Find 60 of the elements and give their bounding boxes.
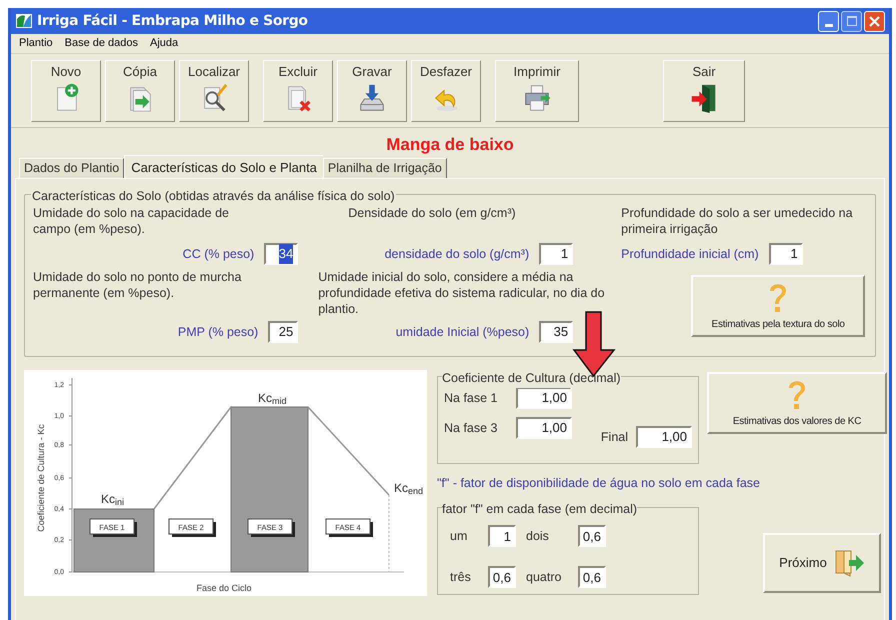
toolbar-button[interactable]: Gravar (337, 60, 407, 122)
field-label: densidade do solo (g/cm³) (384, 246, 530, 263)
field-label: Final (600, 428, 628, 446)
estimate-button[interactable]: Estimativas pela textura do solo (691, 275, 866, 337)
curve-label: Kc$_{ini}$ (101, 492, 124, 505)
field-label: Na fase 1 (444, 390, 499, 407)
input-field[interactable]: 1 (768, 243, 803, 265)
toolbar-button[interactable]: Novo (31, 60, 101, 122)
input-field[interactable]: 0,6 (578, 566, 606, 588)
toolbar-button[interactable]: Desfazer (411, 60, 481, 122)
tab[interactable]: Características do Solo e Planta (124, 155, 323, 179)
field-label: quatro (525, 568, 562, 586)
field-label: um (449, 528, 468, 545)
input-field[interactable]: 34 (264, 243, 298, 265)
input-field[interactable]: 0,6 (578, 525, 606, 548)
menu-item[interactable]: Ajuda (150, 35, 178, 52)
field-label: dois (525, 528, 550, 545)
tab[interactable]: Planilha de Irrigação (322, 158, 447, 178)
input-field[interactable]: 1,00 (516, 417, 572, 439)
menu-item[interactable]: Plantio (19, 35, 53, 52)
maximize-button[interactable] (841, 10, 862, 32)
tab[interactable]: Dados do Plantio (19, 158, 124, 178)
minimize-button[interactable] (818, 10, 839, 32)
input-field[interactable]: 25 (268, 321, 298, 343)
field-label: Profundidade inicial (cm) (621, 246, 759, 263)
menu-item[interactable]: Base de dados (64, 35, 138, 52)
toolbar-button[interactable]: Cópia (105, 60, 175, 122)
field-description: Umidade inicial do solo, considere a média na profundidade efetiva do sistema radicular, no dia do plantio. (318, 269, 606, 318)
app-icon (15, 13, 33, 29)
curve-label: Kc$_{end}$ (394, 481, 424, 494)
toolbar-button[interactable]: Imprimir (495, 60, 579, 122)
toolbar-button[interactable]: Localizar (179, 60, 249, 122)
toolbar-button[interactable]: Sair (663, 60, 745, 122)
field-description: Profundidade do solo a ser umedecido na primeira irrigação (621, 205, 854, 238)
input-field[interactable]: 1 (539, 243, 574, 265)
field-label: umidade Inicial (%peso) (396, 324, 530, 341)
form-heading: Manga de baixo (386, 134, 514, 154)
estimate-button[interactable]: Estimativas dos valores de KC (707, 372, 887, 434)
field-label: PMP (% peso) (178, 324, 258, 341)
curve-label: Kc$_{mid}$ (258, 391, 287, 404)
field-description: Umidade do solo no ponto de murcha permanente (em %peso). (33, 269, 242, 302)
field-label: Na fase 3 (444, 420, 499, 437)
axis-title: Coeficiente de Cultura - Kc (36, 424, 46, 532)
field-description: Densidade do solo (em g/cm³) (347, 205, 517, 222)
input-field[interactable]: 0,6 (488, 566, 516, 588)
axis-title: Fase do Ciclo (196, 583, 252, 593)
input-field[interactable]: 1,00 (636, 426, 692, 448)
close-button[interactable] (864, 10, 885, 32)
book-arrow-icon (832, 548, 865, 578)
field-label: três (449, 568, 472, 586)
close-icon (869, 16, 880, 26)
field-label: CC (% peso) (182, 246, 254, 263)
input-field[interactable]: 1 (488, 525, 516, 548)
note-text: "f" - fator de disponibilidade de água no solo em cada fase (437, 475, 761, 492)
toolbar-button[interactable]: Excluir (263, 60, 333, 122)
next-button[interactable]: Próximo (763, 532, 881, 593)
window-title: Irriga Fácil - Embrapa Milho e Sorgo (37, 12, 308, 30)
field-description: Umidade do solo na capacidade de campo (em %peso). (33, 205, 230, 238)
input-field[interactable]: 1,00 (516, 387, 572, 409)
input-field[interactable]: 35 (539, 321, 574, 343)
